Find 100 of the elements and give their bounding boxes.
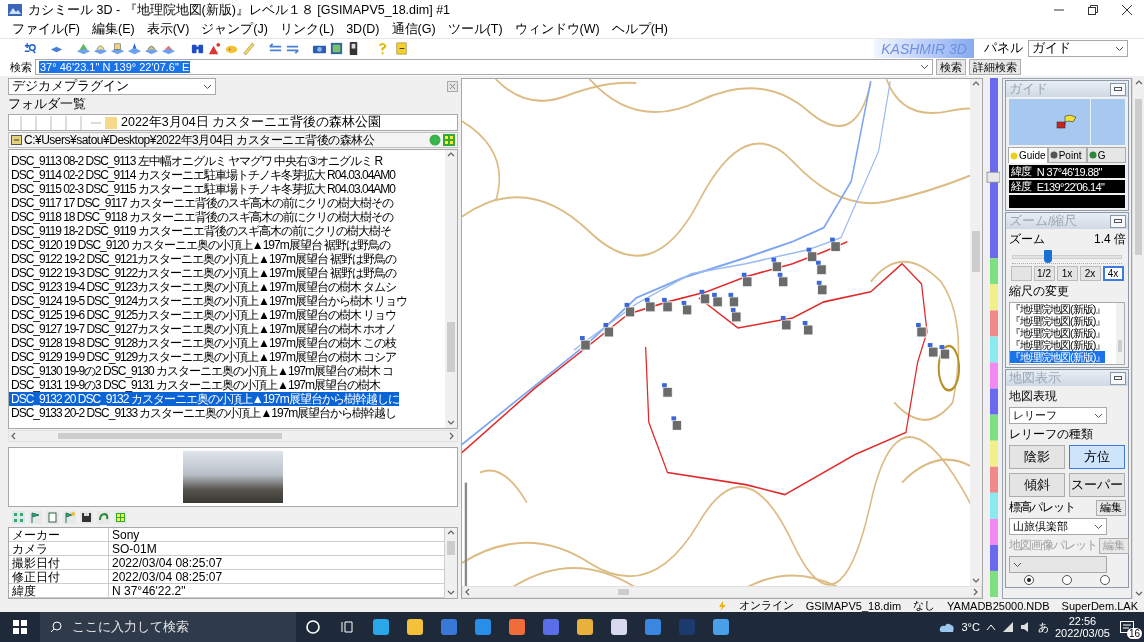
- photo-marker[interactable]: [806, 247, 818, 263]
- scrollbar[interactable]: [1132, 78, 1144, 599]
- photo-marker[interactable]: [580, 336, 591, 351]
- panel-tab[interactable]: G: [1086, 147, 1126, 163]
- menu-item[interactable]: ヘルプ(H): [605, 20, 675, 38]
- file-row[interactable]: DSC_9130 19-9の2 DSC_9130 カスターニエ奥の小頂上▲197m展望台の樹木 コ: [9, 364, 394, 378]
- clock[interactable]: 22:56 2022/03/05: [1054, 615, 1110, 639]
- scrollbar-thumb[interactable]: [447, 322, 455, 373]
- photo-marker[interactable]: [624, 302, 636, 318]
- scrollbar[interactable]: [970, 79, 982, 586]
- photo-marker[interactable]: [603, 322, 615, 338]
- menu-item[interactable]: 3D(D): [340, 22, 386, 36]
- rotate-icon[interactable]: [97, 510, 110, 524]
- menu-item[interactable]: 通信(G): [385, 20, 442, 38]
- scale-item[interactable]: 『地理院地図(新版)』: [1010, 327, 1106, 339]
- app-icon[interactable]: [372, 618, 390, 636]
- zoom-button[interactable]: 1/2: [1033, 266, 1055, 281]
- menu-item[interactable]: 編集(E): [85, 20, 141, 38]
- photo-marker[interactable]: [728, 292, 740, 308]
- photo-marker[interactable]: [816, 260, 827, 276]
- photo-marker[interactable]: [777, 272, 789, 288]
- taskbar-search[interactable]: ここに入力して検索: [40, 612, 296, 642]
- file-row[interactable]: DSC_9129 19-9 DSC_9129カスターニエ奥の小頂上▲197m展望台の樹木 コシア: [9, 350, 397, 364]
- edit-button[interactable]: 編集: [1096, 499, 1126, 516]
- scrollbar[interactable]: [8, 430, 458, 442]
- zoom-button[interactable]: 2x: [1079, 266, 1101, 281]
- pin-icon[interactable]: [207, 41, 222, 56]
- file-row[interactable]: DSC_9122 19-2 DSC_9121カスターニエ奥の小頂上▲197m展望台 裾野は野鳥の: [9, 252, 397, 266]
- menu-item[interactable]: 表示(V): [140, 20, 196, 38]
- task-view-icon[interactable]: [338, 618, 356, 636]
- photo-marker[interactable]: [712, 292, 723, 308]
- search-field[interactable]: 37° 46'23.1" N 139° 22'07.6" E: [35, 59, 933, 75]
- app-icon[interactable]: [712, 618, 730, 636]
- file-row[interactable]: DSC_9113 08-2 DSC_9113 左中幅オニグルミ ヤマグワ 中央右③オニグルミ R: [9, 154, 383, 168]
- menu-item[interactable]: リンク(L): [273, 20, 341, 38]
- photo-marker[interactable]: [830, 237, 841, 253]
- scrollbar-thumb[interactable]: [1118, 339, 1122, 352]
- minimize-button[interactable]: [1110, 82, 1126, 96]
- photo-marker[interactable]: [916, 322, 927, 338]
- file-row[interactable]: DSC_9118 18 DSC_9118 カスターニエ背後のスギ高木の前にクリの樹大樹その: [9, 210, 393, 224]
- panel-tab[interactable]: Guide: [1008, 147, 1048, 163]
- radio-button[interactable]: [1100, 575, 1110, 585]
- relief-button[interactable]: 方位: [1069, 445, 1125, 469]
- search-button[interactable]: 検索: [936, 59, 966, 75]
- zoom-button[interactable]: 1x: [1056, 266, 1078, 281]
- mountain-icon[interactable]: [110, 41, 125, 56]
- relief-button[interactable]: 傾斜: [1009, 473, 1065, 497]
- radio-button[interactable]: [1062, 575, 1072, 585]
- scale-item[interactable]: 『地理院地図(新版)』: [1010, 339, 1106, 351]
- save-icon[interactable]: [80, 510, 93, 524]
- app-icon[interactable]: [474, 618, 492, 636]
- flag-icon[interactable]: [29, 510, 42, 524]
- photo-marker[interactable]: [671, 416, 683, 431]
- ime-indicator[interactable]: あ: [1037, 619, 1049, 635]
- relief-button[interactable]: スーパー: [1069, 473, 1125, 497]
- photo-marker[interactable]: [662, 297, 673, 313]
- folder-item[interactable]: 2022年3月04日 カスターニエ背後の森林公園: [121, 114, 382, 131]
- minimize-button[interactable]: [1110, 214, 1126, 228]
- mountain-icon[interactable]: [127, 41, 142, 56]
- file-row[interactable]: DSC_9133 20-2 DSC_9133 カスターニエ奥の小頂上▲197m展望台から樹幹越し: [9, 406, 397, 420]
- caret-icon[interactable]: [985, 623, 996, 631]
- scrollbar[interactable]: [1116, 303, 1124, 364]
- slider-thumb[interactable]: [1044, 250, 1053, 263]
- file-row[interactable]: DSC_9115 02-3 DSC_9115 カスターニエ駐車場トチノキ冬芽拡大 R04.03.04AM0: [9, 182, 396, 196]
- film-icon[interactable]: [329, 41, 344, 56]
- app-icon[interactable]: [508, 618, 526, 636]
- globe-icon[interactable]: [429, 134, 441, 146]
- scrollbar[interactable]: [445, 528, 457, 598]
- photo-marker[interactable]: [771, 257, 783, 273]
- photo-marker[interactable]: [730, 307, 742, 323]
- relief-button[interactable]: 陰影: [1009, 445, 1065, 469]
- grid-icon[interactable]: [443, 134, 455, 146]
- photo-marker[interactable]: [662, 383, 673, 398]
- zoom-button[interactable]: 4x: [1102, 266, 1124, 281]
- zoom-icon[interactable]: [22, 41, 37, 56]
- menu-item[interactable]: ツール(T): [441, 20, 509, 38]
- taskbar-search-input[interactable]: ここに入力して検索: [70, 619, 280, 635]
- photo-marker[interactable]: [741, 272, 753, 288]
- circle-icon[interactable]: [304, 618, 322, 636]
- photo-marker[interactable]: [816, 280, 828, 296]
- file-row[interactable]: DSC_9114 02-2 DSC_9114 カスターニエ駐車場トチノキ冬芽拡大 R04.03.04AM0: [9, 168, 396, 182]
- scrollbar[interactable]: [462, 586, 982, 598]
- strip-handle[interactable]: [986, 171, 1000, 183]
- search-button[interactable]: 詳細検索: [969, 59, 1021, 75]
- scrollbar-thumb[interactable]: [58, 433, 283, 439]
- file-row[interactable]: DSC_9123 19-4 DSC_9123カスターニエ奥の小頂上▲197m展望台の樹木 タムシ: [9, 280, 397, 294]
- scrollbar-thumb[interactable]: [447, 540, 455, 555]
- document-icon[interactable]: [46, 510, 59, 524]
- menu-item[interactable]: ファイル(F): [6, 20, 86, 38]
- file-row[interactable]: DSC_9128 19-8 DSC_9128カスターニエ奥の小頂上▲197m展望台の樹木 この枝: [9, 336, 397, 350]
- app-icon[interactable]: [406, 618, 424, 636]
- scrollbar[interactable]: [445, 150, 457, 428]
- plugin-select[interactable]: デジカメプラグイン: [8, 78, 216, 95]
- scale-item[interactable]: 『地理院地図(新版)』: [1010, 351, 1106, 363]
- minimize-button[interactable]: [1110, 371, 1126, 385]
- network-icon[interactable]: [1001, 621, 1014, 633]
- app-icon[interactable]: [576, 618, 594, 636]
- flag-icon[interactable]: [63, 510, 76, 524]
- radio-button[interactable]: [1024, 575, 1034, 585]
- scrollbar-thumb[interactable]: [618, 589, 629, 595]
